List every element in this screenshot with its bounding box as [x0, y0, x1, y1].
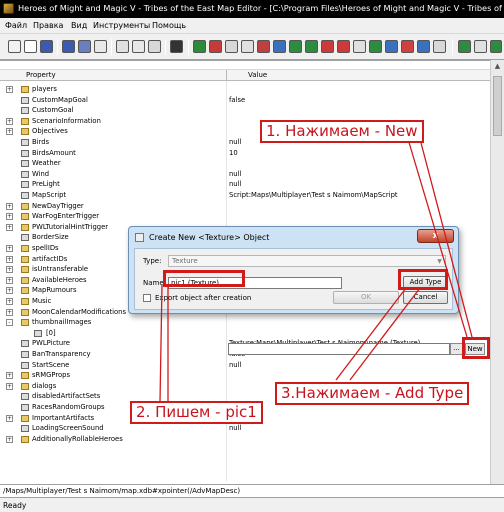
new-button-highlight: [462, 337, 490, 359]
step1-callout: 1. Нажимаем - New: [260, 120, 424, 143]
step2-callout: 2. Пишем - pic1: [130, 401, 263, 424]
step3-callout: 3.Нажимаем - Add Type: [275, 382, 470, 405]
name-field-highlight: [163, 270, 245, 287]
add-type-highlight: [398, 269, 448, 290]
annotation-lines: [159, 138, 473, 403]
